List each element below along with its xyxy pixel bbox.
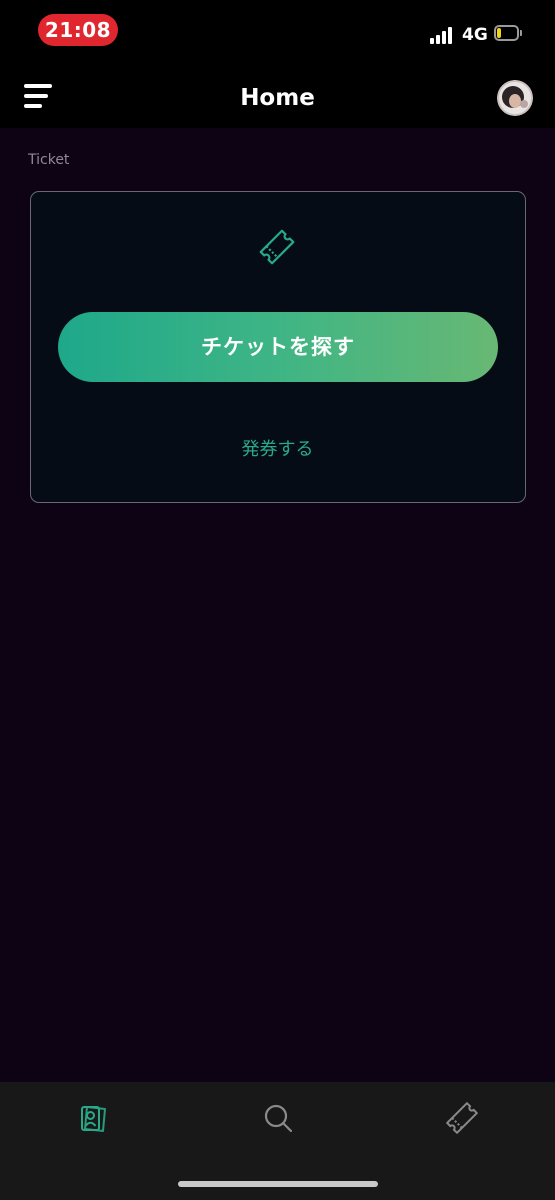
tab-tickets[interactable] (74, 1098, 114, 1138)
home-indicator[interactable] (178, 1181, 378, 1187)
page-title: Home (240, 85, 315, 111)
status-bar: 21:08 4G (0, 0, 555, 64)
tab-search[interactable] (258, 1098, 298, 1138)
battery-level (497, 28, 501, 38)
home-screen: 21:08 4G Home Ticket チケットを探す 発券する (0, 0, 555, 1200)
issue-ticket-link[interactable]: 発券する (0, 437, 555, 463)
app-header: Home (0, 64, 555, 128)
status-time: 21:08 (38, 14, 118, 46)
find-ticket-button[interactable]: チケットを探す (58, 312, 498, 382)
tab-ticket[interactable] (442, 1098, 482, 1138)
network-type: 4G (462, 25, 488, 45)
menu-button[interactable] (18, 80, 58, 114)
hamburger-menu-icon (24, 84, 52, 88)
ticket-icon (446, 1102, 478, 1134)
user-avatar-icon (497, 80, 533, 116)
ticket-icon (259, 229, 295, 265)
section-label-ticket: Ticket (28, 152, 70, 168)
signal-strength-icon (430, 26, 454, 44)
tickets-tab-icon (81, 1106, 106, 1132)
search-icon (264, 1104, 293, 1133)
avatar[interactable] (497, 80, 533, 116)
battery-icon (494, 25, 522, 41)
